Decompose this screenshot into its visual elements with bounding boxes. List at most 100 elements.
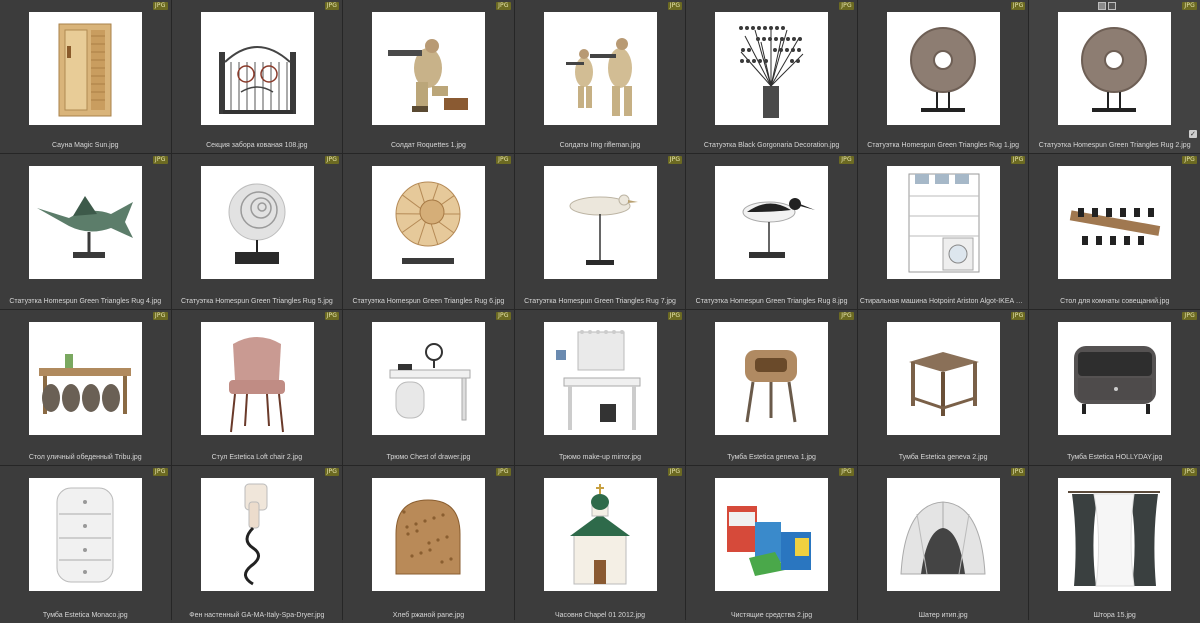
file-name-label: Статуэтка Homespun Green Triangles Rug 2…: [1031, 141, 1198, 150]
thumbnail-cell[interactable]: JPGСекция забора кованая 108.jpg: [172, 0, 343, 153]
file-name-label: Статуэтка Homespun Green Triangles Rug 1…: [860, 141, 1027, 150]
thumbnail-image[interactable]: [1058, 166, 1171, 279]
thumbnail-cell[interactable]: JPG Тумба Estetica geneva 2.jpg: [858, 310, 1029, 465]
file-type-badge: JPG: [1011, 468, 1026, 476]
file-type-badge: JPG: [1011, 2, 1026, 10]
file-name-label: Тумба Estetica Monaco.jpg: [2, 611, 169, 620]
thumbnail-cell[interactable]: JPGТрюмо make-up mirror.jpg: [515, 310, 686, 465]
thumbnail-image[interactable]: [201, 166, 314, 279]
thumbnail-cell[interactable]: JPG Тумба Estetica Monaco.jpg: [0, 466, 171, 623]
file-type-badge: JPG: [668, 156, 683, 164]
file-type-badge: JPG: [668, 2, 683, 10]
thumbnail-cell[interactable]: JPGСтул Estetica Loft chair 2.jpg: [172, 310, 343, 465]
thumbnail-cell[interactable]: JPGФен настенный GA-MA-Italy-Spa-Dryer.j…: [172, 466, 343, 623]
file-type-badge: JPG: [496, 2, 511, 10]
file-type-badge: JPG: [496, 312, 511, 320]
thumbnail-cell[interactable]: JPG Шатер итип.jpg: [858, 466, 1029, 623]
thumbnail-image[interactable]: [372, 12, 485, 125]
thumbnail-cell[interactable]: JPGСтатуэтка Homespun Green Triangles Ru…: [343, 154, 514, 309]
file-name-label: Трюмо Chest of drawer.jpg: [345, 453, 512, 462]
file-name-label: Статуэтка Homespun Green Triangles Rug 4…: [2, 297, 169, 306]
file-type-badge: JPG: [496, 468, 511, 476]
file-name-label: Статуэтка Homespun Green Triangles Rug 7…: [517, 297, 684, 306]
file-name-label: Тумба Estetica geneva 1.jpg: [688, 453, 855, 462]
thumbnail-image[interactable]: [544, 478, 657, 591]
file-name-label: Тумба Estetica HOLLYDAY.jpg: [1031, 453, 1198, 462]
file-name-label: Шатер итип.jpg: [860, 611, 1027, 620]
thumbnail-cell[interactable]: JPGСауна Magic Sun.jpg: [0, 0, 171, 153]
thumbnail-cell[interactable]: JPG Чистящие средства 2.jpg: [686, 466, 857, 623]
file-name-label: Солдат Roquettes 1.jpg: [345, 141, 512, 150]
file-name-label: Статуэтка Homespun Green Triangles Rug 5…: [174, 297, 341, 306]
file-type-badge: JPG: [325, 2, 340, 10]
thumbnail-image[interactable]: [372, 478, 485, 591]
thumbnail-image[interactable]: [201, 322, 314, 435]
file-type-badge: JPG: [1182, 468, 1197, 476]
thumbnail-image[interactable]: [715, 478, 828, 591]
file-name-label: Статуэтка Black Gorgonaria Decoration.jp…: [688, 141, 855, 150]
pen-icon[interactable]: [1108, 2, 1116, 10]
file-type-badge: JPG: [839, 468, 854, 476]
file-name-label: Штора 15.jpg: [1031, 611, 1198, 620]
thumbnail-cell[interactable]: JPGСтиральная машина Hotpoint Ariston Al…: [858, 154, 1029, 309]
thumbnail-cell[interactable]: JPG Штора 15.jpg: [1029, 466, 1200, 623]
thumbnail-image[interactable]: [1058, 322, 1171, 435]
thumbnail-cell[interactable]: JPG Статуэтка Homespun Green Triangles Ru…: [0, 154, 171, 309]
thumbnail-cell[interactable]: JPG Статуэтка Homespun Green Triangles Ru…: [858, 0, 1029, 153]
file-type-badge: JPG: [153, 468, 168, 476]
thumbnail-image[interactable]: [29, 478, 142, 591]
thumbnail-cell[interactable]: JPG Статуэтка Homespun Green Triangles Ru…: [515, 154, 686, 309]
thumbnail-cell[interactable]: JPGСтатуэтка Homespun Green Triangles Ru…: [1029, 0, 1200, 153]
thumbnail-cell[interactable]: JPG Тумба Estetica HOLLYDAY.jpg: [1029, 310, 1200, 465]
file-type-badge: JPG: [839, 312, 854, 320]
file-type-badge: JPG: [1182, 312, 1197, 320]
thumbnail-image[interactable]: [544, 12, 657, 125]
thumbnail-cell[interactable]: JPG Статуэтка Homespun Green Triangles Ru…: [686, 154, 857, 309]
thumbnail-image[interactable]: [715, 12, 828, 125]
thumbnail-image[interactable]: [544, 322, 657, 435]
square-icon[interactable]: [1098, 2, 1106, 10]
thumbnail-image[interactable]: [372, 166, 485, 279]
thumbnail-cell[interactable]: JPG Трюмо Chest of drawer.jpg: [343, 310, 514, 465]
thumbnail-image[interactable]: [29, 12, 142, 125]
thumbnail-cell[interactable]: JPG Солдаты Img rifleman.jpg: [515, 0, 686, 153]
file-type-badge: JPG: [496, 156, 511, 164]
file-name-label: Стиральная машина Hotpoint Ariston Algot…: [860, 297, 1027, 306]
thumbnail-image[interactable]: [201, 12, 314, 125]
thumbnail-cell[interactable]: JPGЧасовня Chapel 01 2012.jpg: [515, 466, 686, 623]
file-type-badge: JPG: [1182, 156, 1197, 164]
thumbnail-cell[interactable]: JPG Солдат Roquettes 1.jpg: [343, 0, 514, 153]
thumbnail-image[interactable]: [201, 478, 314, 591]
file-name-label: Трюмо make-up mirror.jpg: [517, 453, 684, 462]
thumbnail-image[interactable]: [887, 12, 1000, 125]
file-name-label: Статуэтка Homespun Green Triangles Rug 8…: [688, 297, 855, 306]
file-name-label: Часовня Chapel 01 2012.jpg: [517, 611, 684, 620]
thumbnail-cell[interactable]: JPGСтатуэтка Black Gorgonaria Decoration…: [686, 0, 857, 153]
check-icon[interactable]: ✓: [1189, 130, 1197, 138]
thumbnail-cell[interactable]: JPGСтол уличный обеденный Tribu.jpg: [0, 310, 171, 465]
thumbnail-image[interactable]: [887, 478, 1000, 591]
thumbnail-image[interactable]: [372, 322, 485, 435]
thumbnail-image[interactable]: [29, 322, 142, 435]
file-type-badge: JPG: [325, 156, 340, 164]
file-name-label: Солдаты Img rifleman.jpg: [517, 141, 684, 150]
thumbnail-image[interactable]: [544, 166, 657, 279]
file-type-badge: JPG: [1011, 312, 1026, 320]
file-name-label: Хлеб ржаной pane.jpg: [345, 611, 512, 620]
file-type-badge: JPG: [839, 156, 854, 164]
thumbnail-image[interactable]: [887, 166, 1000, 279]
thumbnail-image[interactable]: [887, 322, 1000, 435]
thumbnail-image[interactable]: [1058, 12, 1171, 125]
thumbnail-cell[interactable]: JPG Тумба Estetica geneva 1.jpg: [686, 310, 857, 465]
thumbnail-image[interactable]: [715, 322, 828, 435]
thumbnail-cell[interactable]: JPGСтол для комнаты совещаний.jpg: [1029, 154, 1200, 309]
thumbnail-image[interactable]: [29, 166, 142, 279]
file-type-badge: JPG: [153, 156, 168, 164]
thumbnail-image[interactable]: [715, 166, 828, 279]
file-name-label: Чистящие средства 2.jpg: [688, 611, 855, 620]
file-name-label: Тумба Estetica geneva 2.jpg: [860, 453, 1027, 462]
file-name-label: Стол уличный обеденный Tribu.jpg: [2, 453, 169, 462]
thumbnail-image[interactable]: [1058, 478, 1171, 591]
thumbnail-cell[interactable]: JPG Статуэтка Homespun Green Triangles Ru…: [172, 154, 343, 309]
thumbnail-cell[interactable]: JPG Хлеб ржаной pane.jpg: [343, 466, 514, 623]
